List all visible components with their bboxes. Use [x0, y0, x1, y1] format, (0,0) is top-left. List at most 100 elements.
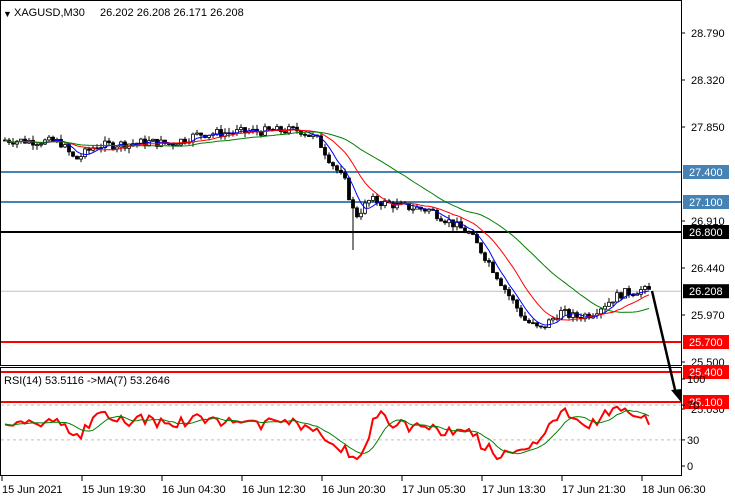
candle-body	[267, 126, 271, 130]
price-tag-label: 26.208	[689, 286, 723, 298]
axes: 28.79028.32027.85026.91026.44025.97025.5…	[1, 28, 729, 496]
candle-body	[407, 202, 411, 210]
candle-body	[39, 143, 43, 146]
ohlc-values: 26.202 26.208 26.171 26.208	[100, 7, 244, 19]
candle-body	[631, 294, 635, 297]
candle-body	[563, 309, 567, 311]
chart-window: 28.790 28.320 27.850 26.910 26.440 25.970 25.5…	[0, 0, 735, 501]
candle-body	[291, 126, 295, 129]
main-chart-area[interactable]	[1, 122, 682, 403]
rsi-axis-label: 70	[687, 400, 699, 412]
candle-body	[499, 278, 503, 287]
candle-body	[195, 132, 199, 135]
rsi-ma-line	[4, 409, 650, 455]
candle-body	[467, 231, 471, 234]
time-axis-label: 16 Jun 04:30	[162, 484, 226, 496]
symbol-timeframe: XAGUSD,M30	[14, 7, 85, 19]
rsi-panel-area[interactable]	[1, 404, 681, 461]
candle-body	[527, 319, 531, 324]
candle-body	[627, 288, 631, 296]
candle-body	[415, 206, 419, 210]
price-tag-label: 27.400	[689, 167, 723, 179]
candle-body	[379, 202, 383, 206]
chart-canvas[interactable]: 28.79028.32027.85026.91026.44025.97025.5…	[0, 0, 735, 501]
candle-body	[115, 146, 119, 150]
candle-body	[619, 292, 623, 299]
candle-body	[535, 322, 539, 327]
price-tag-label: 25.700	[689, 337, 723, 349]
price-axis-label: 27.850	[691, 122, 725, 134]
time-axis-label: 17 Jun 21:30	[562, 484, 626, 496]
candle-body	[351, 199, 355, 209]
candle-body	[355, 207, 359, 218]
candle-body	[439, 218, 443, 222]
candle-body	[547, 319, 551, 328]
price-axis-label: 28.790	[691, 28, 725, 40]
time-axis-label: 18 Jun 06:30	[642, 484, 706, 496]
candle-body	[83, 148, 87, 157]
candle-body	[347, 177, 351, 201]
candle-body	[487, 260, 491, 263]
candle-body	[243, 127, 247, 133]
candle-body	[371, 196, 375, 201]
price-tag-label: 27.100	[689, 197, 723, 209]
main-chart-frame	[0, 0, 682, 366]
candle-body	[531, 322, 535, 325]
candle-body	[47, 136, 51, 141]
candle-body	[491, 261, 495, 274]
candle-body	[479, 242, 483, 254]
candle-body	[615, 292, 619, 303]
candle-body	[375, 196, 379, 204]
price-axis-label: 28.320	[691, 75, 725, 87]
candle-body	[511, 295, 515, 301]
candle-body	[239, 127, 243, 130]
candle-body	[551, 317, 555, 321]
candle-body	[71, 151, 75, 157]
rsi-axis-label: 30	[687, 435, 699, 447]
forecast-arrow-head	[671, 389, 682, 402]
candle-body	[79, 156, 83, 160]
candle-body	[183, 138, 187, 143]
candle-body	[543, 326, 547, 329]
rsi-indicator-label: RSI(14) 53.5116 ->MA(7) 53.2646	[4, 375, 170, 387]
candle-body	[495, 272, 499, 280]
candle-body	[539, 325, 543, 328]
candle-body	[199, 132, 203, 136]
candle-body	[151, 138, 155, 142]
candle-body	[331, 162, 335, 167]
candle-body	[647, 286, 651, 290]
ma-slow-line	[4, 131, 650, 313]
candle-body	[367, 199, 371, 204]
candle-body	[443, 220, 447, 224]
candle-body	[339, 169, 343, 174]
candle-body	[323, 147, 327, 156]
candle-body	[303, 133, 307, 136]
candle-body	[411, 208, 415, 211]
candle-body	[219, 129, 223, 137]
candle-body	[215, 129, 219, 135]
candle-body	[335, 165, 339, 171]
price-axis-label: 25.970	[691, 310, 725, 322]
candle-body	[31, 139, 35, 146]
candle-body	[599, 308, 603, 315]
candle-body	[311, 134, 315, 137]
time-axis-label: 15 Jun 19:30	[82, 484, 146, 496]
rsi-axis-label: 0	[687, 461, 693, 473]
candle-body	[327, 154, 331, 163]
time-axis-label: 15 Jun 2021	[2, 484, 63, 496]
time-axis-label: 17 Jun 05:30	[402, 484, 466, 496]
time-axis-label: 16 Jun 20:30	[322, 484, 386, 496]
candle-body	[523, 315, 527, 321]
rsi-axis-label: 100	[687, 374, 705, 386]
candle-body	[463, 227, 467, 234]
symbol-menu-arrow-icon[interactable]: ▼	[3, 9, 12, 19]
candle-body	[359, 212, 363, 218]
candle-body	[139, 138, 143, 144]
candle-body	[483, 252, 487, 261]
candle-body	[567, 309, 571, 318]
price-tag-label: 26.800	[689, 227, 723, 239]
candle-body	[75, 155, 79, 160]
time-axis-label: 17 Jun 13:30	[482, 484, 546, 496]
candle-body	[447, 219, 451, 224]
time-axis-label: 16 Jun 12:30	[242, 484, 306, 496]
